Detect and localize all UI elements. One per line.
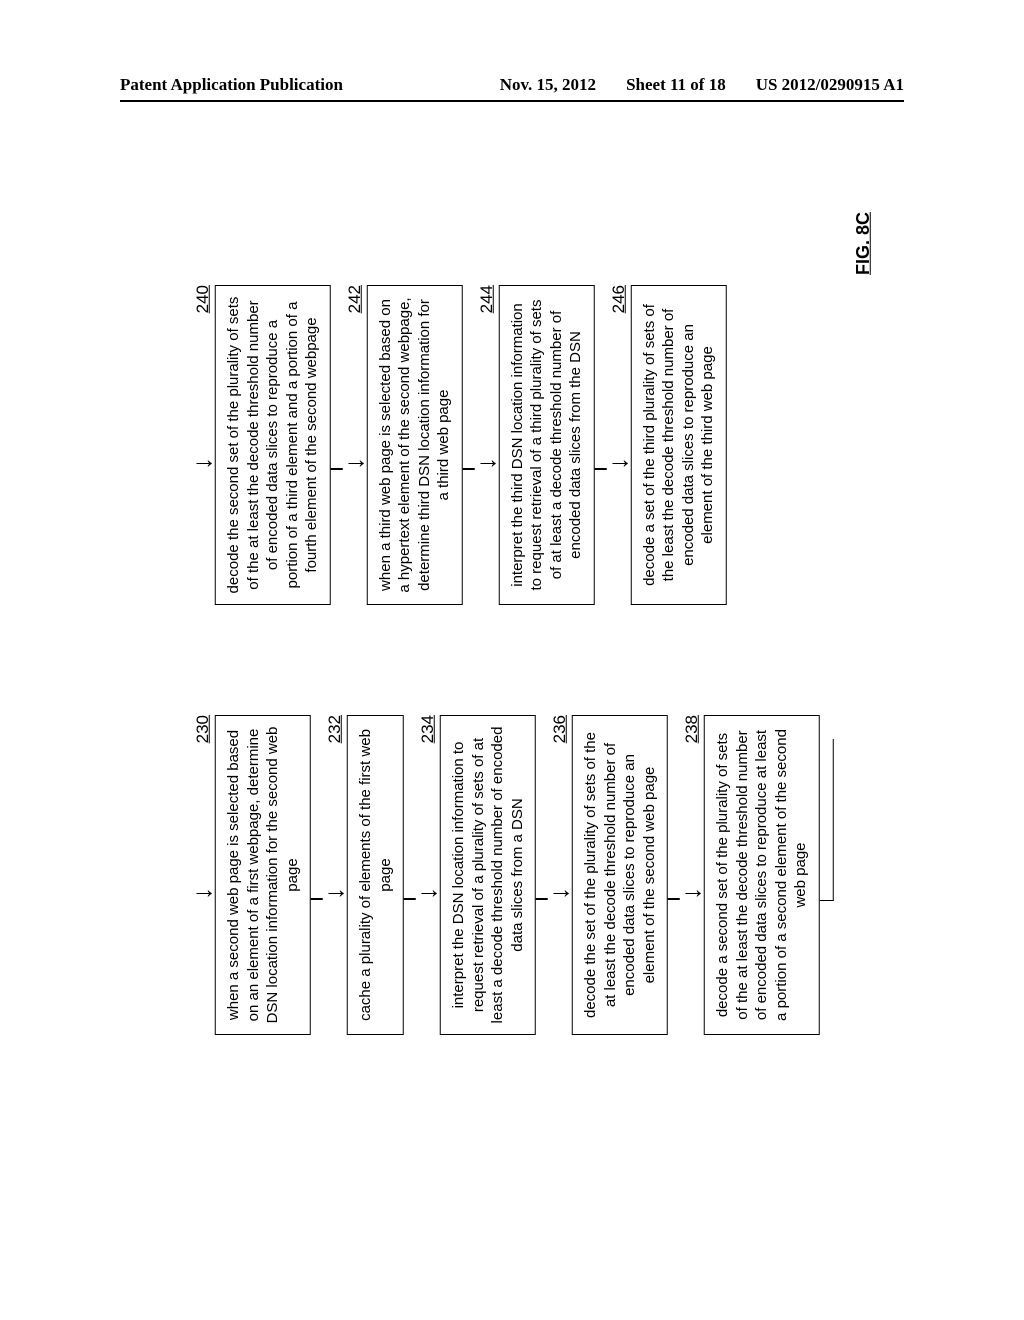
flowchart-diagram: ↓ 230 when a second web page is selected… bbox=[191, 240, 834, 1080]
flow-step-244: interpret the third DSN location informa… bbox=[498, 285, 594, 605]
step-ref-240: 240 bbox=[193, 285, 213, 313]
arrow-down-icon: ↓ bbox=[475, 457, 497, 470]
step-ref-242: 242 bbox=[344, 285, 364, 313]
header-date: Nov. 15, 2012 bbox=[500, 75, 596, 95]
step-ref-236: 236 bbox=[550, 715, 570, 743]
connector-line bbox=[330, 468, 342, 470]
figure-label: FIG. 8C bbox=[852, 212, 873, 275]
arrow-down-icon: ↓ bbox=[192, 457, 214, 470]
connector-line bbox=[311, 898, 323, 900]
arrow-down-icon: ↓ bbox=[681, 887, 703, 900]
flow-step-236: decode the set of the plurality of sets … bbox=[572, 715, 668, 1035]
header-underline bbox=[120, 100, 904, 102]
flow-step-234: interpret the DSN location information t… bbox=[440, 715, 536, 1035]
connector-line bbox=[668, 898, 680, 900]
flow-step-246: decode a set of the third plurality of s… bbox=[630, 285, 726, 605]
header-sheet: Sheet 11 of 18 bbox=[626, 75, 726, 95]
page-header: Patent Application Publication Nov. 15, … bbox=[0, 75, 1024, 95]
flow-step-238: decode a second set of the plurality of … bbox=[704, 715, 820, 1035]
flow-step-240: decode the second set of the plurality o… bbox=[215, 285, 331, 605]
step-ref-232: 232 bbox=[325, 715, 345, 743]
step-ref-230: 230 bbox=[193, 715, 213, 743]
arrow-down-icon: ↓ bbox=[607, 457, 629, 470]
arrow-down-icon: ↓ bbox=[343, 457, 365, 470]
step-ref-238: 238 bbox=[682, 715, 702, 743]
connector-line bbox=[404, 898, 416, 900]
flow-step-230: when a second web page is selected based… bbox=[215, 715, 311, 1035]
header-pubno: US 2012/0290915 A1 bbox=[756, 75, 904, 95]
connector-line bbox=[462, 468, 474, 470]
flow-step-232: cache a plurality of elements of the fir… bbox=[347, 715, 404, 1035]
step-ref-244: 244 bbox=[476, 285, 496, 313]
arrow-down-icon: ↓ bbox=[417, 887, 439, 900]
header-right: Nov. 15, 2012 Sheet 11 of 18 US 2012/029… bbox=[500, 75, 904, 95]
flow-column-right: ↓ 240 decode the second set of the plura… bbox=[191, 285, 834, 605]
connector-line bbox=[594, 468, 606, 470]
step-ref-234: 234 bbox=[418, 715, 438, 743]
arrow-down-icon: ↓ bbox=[192, 887, 214, 900]
header-publication: Patent Application Publication bbox=[120, 75, 343, 95]
connector-bend bbox=[819, 739, 833, 901]
flow-step-242: when a third web page is selected based … bbox=[366, 285, 462, 605]
arrow-down-icon: ↓ bbox=[324, 887, 346, 900]
connector-line bbox=[536, 898, 548, 900]
arrow-down-icon: ↓ bbox=[549, 887, 571, 900]
flow-column-left: ↓ 230 when a second web page is selected… bbox=[191, 715, 834, 1035]
step-ref-246: 246 bbox=[608, 285, 628, 313]
